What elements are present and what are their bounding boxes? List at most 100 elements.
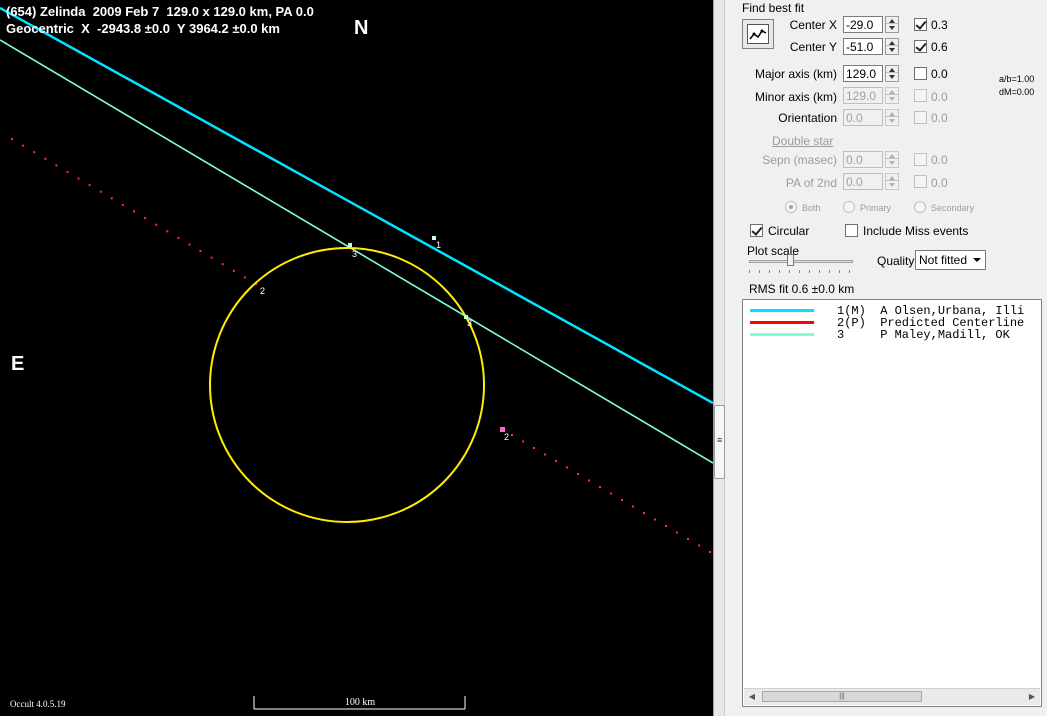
plot-title-line-2: Geocentric X -2943.8 ±0.0 Y 3964.2 ±0.0 … [6,21,280,36]
orientation-label: Orientation [778,111,837,125]
centerline-dot [588,479,590,482]
minor-axis-checkbox[interactable] [914,89,927,102]
radio-primary[interactable] [843,201,855,213]
minor-axis-spinner[interactable] [885,87,899,104]
circular-label: Circular [768,224,810,238]
centerline-dot [44,157,47,160]
sepn-checkbox[interactable] [914,153,927,166]
plot-scale-slider-thumb[interactable] [787,254,794,266]
centerline-dot [77,177,80,180]
centerline-dot [665,525,667,527]
grip-icon: ≡ [717,435,723,445]
minor-axis-input[interactable]: 129.0 [843,87,883,104]
scale-bar-label: 100 km [344,697,376,708]
rms-fit-label: RMS fit 0.6 ±0.0 km [749,282,855,296]
radio-both-label: Both [802,203,821,213]
centerline-dot [66,171,69,173]
center-y-input[interactable]: -51.0 [843,38,883,55]
sepn-spinner[interactable] [885,151,899,168]
center-y-uncertainty: 0.6 [931,40,948,54]
pa-2nd-checkbox[interactable] [914,175,927,188]
chord-label-2-b: 2 [504,432,510,442]
centerline-dot [22,144,25,147]
centerline-dot [121,203,124,206]
orientation-input[interactable]: 0.0 [843,109,883,126]
centerline-dot [533,447,535,449]
center-y-label: Center Y [789,40,837,54]
centerline-dot [676,531,678,534]
centerline-dot [243,276,246,279]
centerline-dot [33,151,36,154]
centerline-dot [522,440,524,443]
centerline-dot [88,184,91,187]
find-best-fit-button[interactable] [742,19,774,49]
legend-horizontal-scrollbar[interactable]: ◀ ||| ▶ [744,688,1040,705]
splitter-track [714,0,725,716]
centerline-dot [610,492,612,495]
occultation-plot[interactable]: (654) Zelinda 2009 Feb 7 129.0 x 129.0 k… [0,0,713,716]
sepn-input[interactable]: 0.0 [843,151,883,168]
major-axis-label: Major axis (km) [754,67,837,81]
centerline-dot [155,223,158,226]
centerline-dot [166,230,169,233]
centerline-dot [177,236,180,239]
scroll-right-icon[interactable]: ▶ [1024,689,1040,705]
chord-label-3-b: 3 [467,318,473,328]
quality-select[interactable]: Not fitted [915,250,986,270]
pa-2nd-input[interactable]: 0.0 [843,173,883,190]
centerline-dot [566,466,568,469]
include-miss-checkbox[interactable] [845,224,858,237]
centerline-dot [110,197,113,200]
radio-both[interactable] [785,201,797,213]
panel-splitter[interactable]: ≡ [713,0,738,716]
plot-title-line-1: (654) Zelinda 2009 Feb 7 129.0 x 129.0 k… [6,4,314,19]
centerline-dot [632,505,634,508]
center-x-spinner[interactable] [885,16,899,33]
version-label: Occult 4.0.5.19 [10,699,66,709]
centerline-dot [232,269,235,272]
orientation-spinner[interactable] [885,109,899,126]
centerline-dot [555,460,557,462]
legend-swatch-3 [750,333,814,336]
chord-3-marker-a [348,243,352,247]
centerline-dot [599,486,601,488]
orientation-checkbox[interactable] [914,111,927,124]
sepn-label: Sepn (masec) [762,153,837,167]
chord-label-1: 1 [436,240,442,250]
major-axis-checkbox[interactable] [914,67,927,80]
ratio-dm: dM=0.00 [999,87,1035,97]
sepn-uncertainty: 0.0 [931,153,948,167]
fit-panel: Find best fit Center X -29.0 0.3 Center … [737,0,1047,716]
orientation-uncertainty: 0.0 [931,111,948,125]
centerline-dot [144,217,147,220]
circular-checkbox[interactable] [750,224,763,237]
splitter-grip[interactable]: ≡ [714,405,725,479]
centerline-dot [621,499,623,501]
plot-scale-ticks [749,270,853,274]
center-x-label: Center X [789,18,837,32]
center-x-checkbox[interactable] [914,18,927,31]
center-y-checkbox[interactable] [914,40,927,53]
chord-label-2-a: 2 [260,286,266,296]
major-axis-spinner[interactable] [885,65,899,82]
pa-2nd-spinner[interactable] [885,173,899,190]
pa-2nd-label: PA of 2nd [785,176,837,190]
include-miss-label: Include Miss events [863,224,969,238]
legend-swatch-2 [750,321,814,324]
center-y-spinner[interactable] [885,38,899,55]
center-x-input[interactable]: -29.0 [843,16,883,33]
radio-secondary[interactable] [914,201,926,213]
centerline-dot [511,434,513,436]
chord-legend-list[interactable]: 1(M) A Olsen,Urbana, Illi 2(P) Predicted… [742,299,1042,707]
scroll-left-icon[interactable]: ◀ [744,689,760,705]
centerline-dot [99,190,102,193]
scrollbar-thumb[interactable]: ||| [762,691,922,702]
east-label: E [11,353,25,375]
minor-axis-uncertainty: 0.0 [931,90,948,104]
plot-scale-slider-track[interactable] [749,260,853,263]
centerline-dot [643,512,645,514]
predicted-centerline [11,138,711,553]
legend-item[interactable]: 3 P Maley,Madill, OK [743,328,1039,342]
major-axis-input[interactable]: 129.0 [843,65,883,82]
minor-axis-label: Minor axis (km) [754,90,837,104]
